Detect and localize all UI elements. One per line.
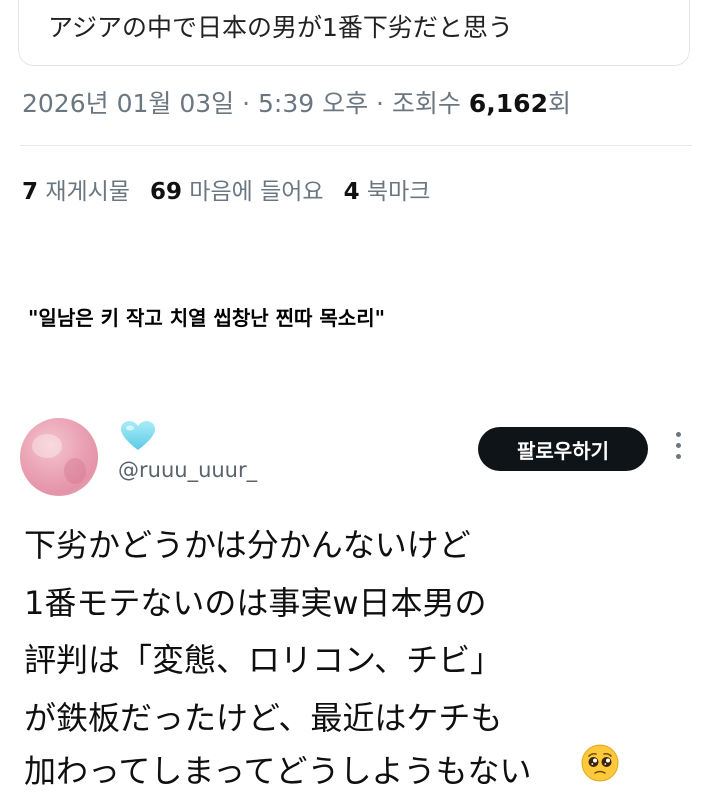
tweet-meta: 2026년 01월 03일 · 5:39 오후 · 조회수 6,162회 xyxy=(22,84,571,120)
reposts-count: 7 xyxy=(22,179,39,205)
reposts-stat[interactable]: 7 재게시물 xyxy=(22,179,130,205)
bookmarks-label: 북마크 xyxy=(366,179,431,205)
views-count: 6,162 xyxy=(468,89,548,118)
bookmarks-stat[interactable]: 4 북마크 xyxy=(344,179,431,205)
follow-button[interactable]: 팔로우하기 xyxy=(478,427,648,471)
post-caption: "일남은 키 작고 치열 씹창난 찐따 목소리" xyxy=(28,306,386,330)
light-blue-heart-icon xyxy=(121,421,155,450)
views-unit: 회 xyxy=(547,89,571,118)
reposts-label: 재게시물 xyxy=(45,179,130,205)
tweet-date: 2026년 01월 03일 xyxy=(22,89,235,118)
tweet-stats: 7 재게시물 69 마음에 들어요 4 북마크 xyxy=(22,172,430,206)
divider xyxy=(20,145,692,146)
pleading-face-icon xyxy=(581,744,619,782)
tweet-time[interactable]: 5:39 오후 xyxy=(258,89,368,118)
reply-text-line: 加わってしまってどうしようもない xyxy=(24,752,532,790)
likes-label: 마음에 들어요 xyxy=(189,179,324,205)
reply-text-line: 1番モテないのは事実w日本男の xyxy=(24,584,487,622)
meta-separator: · xyxy=(368,89,392,118)
likes-count: 69 xyxy=(149,179,182,205)
avatar[interactable] xyxy=(20,418,98,496)
bookmarks-count: 4 xyxy=(343,179,360,205)
quoted-tweet-text: アジアの中で日本の男が1番下劣だと思う xyxy=(48,13,513,42)
reply-text-line: 下劣かどうかは分かんないけど xyxy=(24,526,471,564)
reply-text-line: が鉄板だったけど、最近はケチも xyxy=(24,699,503,737)
views-label: 조회수 xyxy=(391,89,461,118)
user-handle[interactable]: @ruuu_uuur_ xyxy=(118,458,257,482)
meta-separator: · xyxy=(234,89,258,118)
more-options-icon[interactable] xyxy=(674,432,682,466)
likes-stat[interactable]: 69 마음에 들어요 xyxy=(150,179,324,205)
reply-text-line: 評判は「変態、ロリコン、チビ」 xyxy=(24,641,503,679)
